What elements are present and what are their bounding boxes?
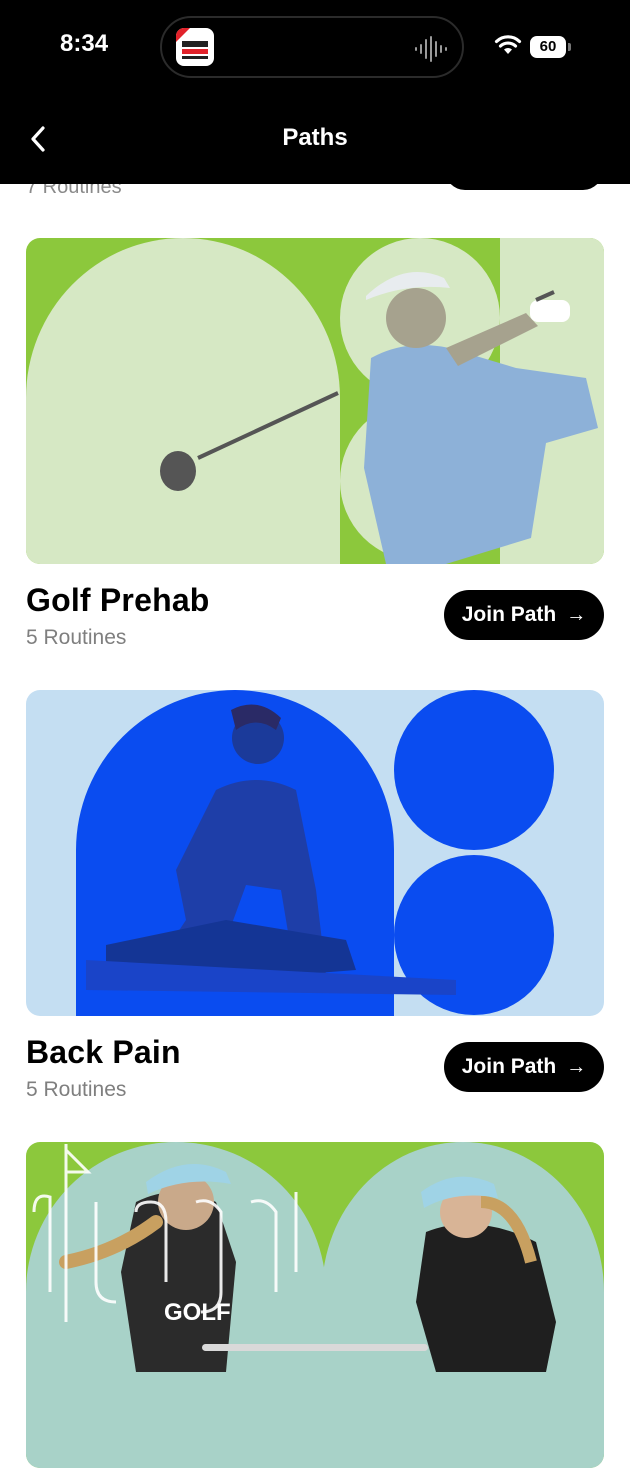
path-routines: 5 Routines (26, 1078, 127, 1101)
path-title: Back Pain (26, 1034, 181, 1070)
join-path-button[interactable]: Join Path → (444, 1042, 604, 1092)
top-bar: 8:34 60 Paths (0, 0, 630, 184)
home-indicator[interactable] (202, 1344, 428, 1351)
path-image-back-pain[interactable] (26, 690, 604, 1016)
plugged-in-golf-watermark: GOLF (164, 1299, 231, 1326)
status-time: 8:34 (60, 30, 109, 57)
live-activity-app-icon (176, 28, 214, 66)
join-path-button[interactable]: Join Path → (444, 590, 604, 640)
path-image-third[interactable]: GOLF (26, 1142, 604, 1468)
dynamic-island[interactable] (160, 16, 464, 78)
path-routines: 5 Routines (26, 626, 127, 649)
battery-nub (568, 43, 571, 51)
audio-waveform-icon (415, 36, 447, 62)
arrow-right-icon: → (566, 604, 587, 626)
arrow-right-icon: → (566, 1056, 587, 1078)
page-title: Paths (282, 124, 348, 151)
wifi-icon (494, 35, 522, 54)
battery-indicator: 60 (530, 36, 566, 58)
join-path-label: Join Path (461, 1055, 557, 1078)
join-path-label: Join Path (461, 603, 557, 626)
path-title: Golf Prehab (26, 582, 210, 618)
path-image-golf-prehab[interactable] (26, 238, 604, 564)
